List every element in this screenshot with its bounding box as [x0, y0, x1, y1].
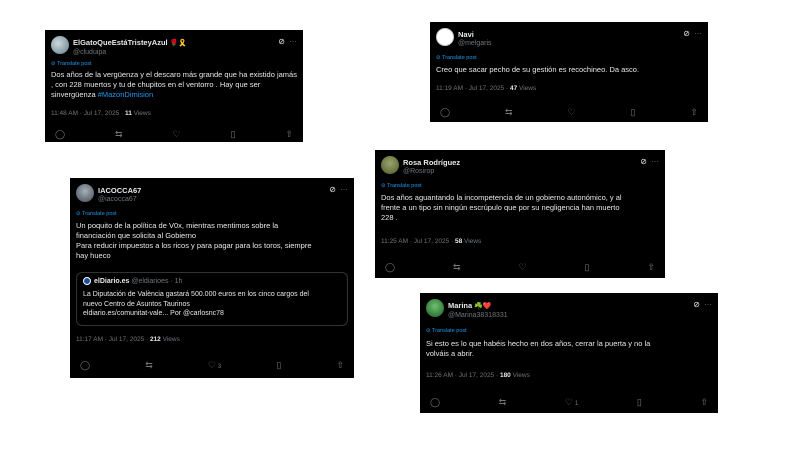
tweet-text: Un poquito de la política de V0x, mientr… — [76, 221, 312, 260]
like-icon[interactable]: ♡ — [568, 107, 576, 117]
translate-icon: ⊘ — [381, 183, 386, 189]
display-name[interactable]: Rosa Rodríguez — [403, 158, 460, 167]
tweet-header: IACOCCA67 @iacocca67 ⊘ ··· — [76, 184, 348, 204]
share-icon[interactable]: ⇧ — [647, 262, 655, 272]
reply-icon[interactable]: ◯ — [55, 129, 65, 139]
translate-link[interactable]: ⊘ Translate post — [76, 211, 117, 217]
like-icon[interactable]: ♡ — [173, 129, 181, 139]
bookmark-icon[interactable]: ▯ — [276, 360, 281, 370]
name-emoji: 🌹🎗️ — [169, 40, 188, 47]
action-bar: ◯ ⇆ ♡ ▯ ⇧ — [381, 262, 659, 272]
grok-icon[interactable]: ⊘ — [683, 29, 690, 38]
action-bar: ◯ ⇆ ♡ 3 ▯ ⇧ — [76, 360, 348, 370]
reply-icon[interactable]: ◯ — [385, 262, 395, 272]
share-icon[interactable]: ⇧ — [336, 360, 344, 370]
avatar[interactable] — [51, 36, 69, 54]
bookmark-icon[interactable]: ▯ — [585, 262, 590, 272]
like-icon: ♡ — [564, 397, 573, 407]
like-button[interactable]: ♡ 1 — [565, 397, 578, 407]
tweet-card-rosa[interactable]: Rosa Rodríguez @Rosirop ⊘ ··· ⊘ Translate… — [375, 150, 665, 278]
like-count: 3 — [217, 364, 222, 370]
translate-icon: ⊘ — [76, 211, 81, 217]
tweet-header: Navi @melgaris ⊘ ··· — [436, 28, 702, 48]
retweet-icon[interactable]: ⇆ — [499, 397, 507, 407]
translate-link[interactable]: ⊘ Translate post — [51, 61, 92, 67]
display-name[interactable]: Marina — [448, 301, 472, 310]
display-name[interactable]: Navi — [458, 30, 474, 39]
grok-icon[interactable]: ⊘ — [329, 185, 336, 194]
translate-icon: ⊘ — [51, 61, 56, 67]
tweet-meta: 11:26 AM · Jul 17, 2025 · 180 Views — [426, 372, 530, 379]
like-icon: ♡ — [207, 360, 216, 370]
avatar[interactable] — [436, 28, 454, 46]
action-bar: ◯ ⇆ ♡ ▯ ⇧ — [51, 129, 297, 139]
retweet-icon[interactable]: ⇆ — [115, 129, 123, 139]
tweet-meta: 11:48 AM · Jul 17, 2025 · 11 Views — [51, 110, 151, 117]
action-bar: ◯ ⇆ ♡ ▯ ⇧ — [436, 107, 702, 117]
more-icon[interactable]: ··· — [651, 157, 659, 166]
tweet-text: Dos años de la vergüenza y el descaro má… — [51, 70, 297, 99]
tweet-header: ElGatoQueEstáTristeyAzul 🌹🎗️ @cluduipa ⊘ ·… — [51, 36, 297, 56]
share-icon[interactable]: ⇧ — [700, 397, 708, 407]
avatar[interactable] — [426, 299, 444, 317]
name-emoji: ☘️❤️ — [474, 303, 492, 310]
share-icon[interactable]: ⇧ — [690, 107, 698, 117]
tweet-card-marina[interactable]: Marina ☘️❤️ @Marina38318331 ⊘ ··· ⊘ Transl… — [420, 293, 718, 413]
tweet-text: Creo que sacar pecho de su gestión es re… — [436, 65, 640, 74]
user-handle[interactable]: @melgaris — [458, 39, 492, 48]
tweet-meta: 11:17 AM · Jul 17, 2025 · 212 Views — [76, 336, 180, 343]
grok-icon[interactable]: ⊘ — [640, 157, 647, 166]
retweet-icon[interactable]: ⇆ — [453, 262, 461, 272]
display-name[interactable]: IACOCCA67 — [98, 186, 141, 195]
user-handle[interactable]: @iacocca67 — [98, 195, 141, 204]
tweet-header: Rosa Rodríguez @Rosirop ⊘ ··· — [381, 156, 659, 176]
translate-link[interactable]: ⊘ Translate post — [436, 55, 477, 61]
reply-icon[interactable]: ◯ — [430, 397, 440, 407]
action-bar: ◯ ⇆ ♡ 1 ▯ ⇧ — [426, 397, 712, 407]
bookmark-icon[interactable]: ▯ — [631, 107, 636, 117]
share-icon[interactable]: ⇧ — [285, 129, 293, 139]
translate-link[interactable]: ⊘ Translate post — [426, 328, 467, 334]
more-icon[interactable]: ··· — [694, 29, 702, 38]
grok-icon[interactable]: ⊘ — [693, 300, 700, 309]
like-icon[interactable]: ♡ — [519, 262, 527, 272]
quoted-text: La Diputación de València gastará 500.00… — [83, 291, 309, 317]
tweet-meta: 11:19 AM · Jul 17, 2025 · 47 Views — [436, 85, 537, 92]
quoted-avatar — [83, 277, 91, 285]
translate-link[interactable]: ⊘ Translate post — [381, 183, 422, 189]
user-handle[interactable]: @Marina38318331 — [448, 311, 508, 320]
quoted-tweet[interactable]: elDiario.es @eldiarioes · 1h La Diputaci… — [76, 272, 348, 326]
tweet-meta: 11:25 AM · Jul 17, 2025 · 58 Views — [381, 238, 482, 245]
avatar[interactable] — [381, 156, 399, 174]
bookmark-icon[interactable]: ▯ — [231, 129, 236, 139]
reply-icon[interactable]: ◯ — [80, 360, 90, 370]
more-icon[interactable]: ··· — [340, 185, 348, 194]
user-handle[interactable]: @Rosirop — [403, 167, 460, 176]
more-icon[interactable]: ··· — [704, 300, 712, 309]
avatar[interactable] — [76, 184, 94, 202]
tweet-header: Marina ☘️❤️ @Marina38318331 ⊘ ··· — [426, 299, 712, 319]
quoted-display-name: elDiario.es — [94, 277, 130, 285]
like-count: 1 — [574, 401, 579, 407]
grok-icon[interactable]: ⊘ — [278, 37, 285, 46]
display-name[interactable]: ElGatoQueEstáTristeyAzul — [73, 38, 168, 47]
tweet-card-navi[interactable]: Navi @melgaris ⊘ ··· ⊘ Translate post Cre… — [430, 22, 708, 122]
retweet-icon[interactable]: ⇆ — [505, 107, 513, 117]
tweet-text: Dos años aguantando la incompetencia de … — [381, 193, 622, 222]
reply-icon[interactable]: ◯ — [440, 107, 450, 117]
translate-icon: ⊘ — [436, 55, 441, 61]
tweet-card-iacocca[interactable]: IACOCCA67 @iacocca67 ⊘ ··· ⊘ Translate po… — [70, 178, 354, 378]
translate-icon: ⊘ — [426, 328, 431, 334]
bookmark-icon[interactable]: ▯ — [637, 397, 642, 407]
hashtag-link[interactable]: #MazonDimision — [98, 90, 153, 99]
more-icon[interactable]: ··· — [289, 37, 297, 46]
like-button[interactable]: ♡ 3 — [208, 360, 221, 370]
user-handle[interactable]: @cluduipa — [73, 48, 187, 57]
tweet-card-elgato[interactable]: ElGatoQueEstáTristeyAzul 🌹🎗️ @cluduipa ⊘ ·… — [45, 30, 303, 142]
quoted-handle: @eldiarioes · 1h — [131, 277, 183, 285]
tweet-text: Si esto es lo que habéis hecho en dos añ… — [426, 339, 651, 358]
retweet-icon[interactable]: ⇆ — [145, 360, 153, 370]
